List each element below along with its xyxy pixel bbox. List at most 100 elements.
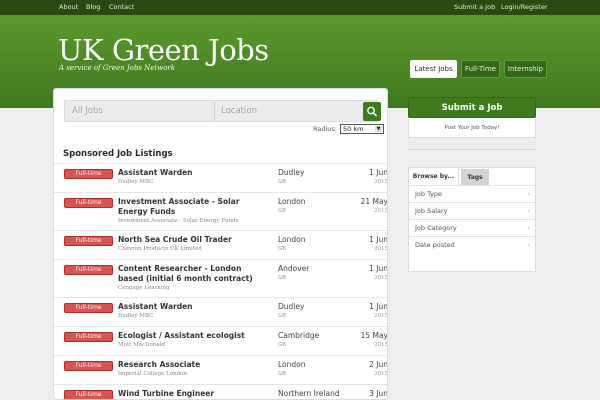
tab-internship[interactable]: Internship: [504, 60, 547, 78]
browse-item-job-salary[interactable]: Job Salary ›: [409, 202, 535, 218]
tab-full-time[interactable]: Full-Time: [461, 60, 500, 78]
nav-link-login-register[interactable]: Login/Register: [501, 3, 548, 11]
tab-browse-by[interactable]: Browse by...: [409, 168, 459, 185]
chevron-down-icon: ▼: [375, 126, 382, 132]
job-company: Dudley MBC: [118, 179, 154, 185]
browse-item-label: Date posted: [415, 241, 455, 249]
job-country: GB: [278, 371, 287, 377]
job-title[interactable]: Wind Turbine Engineer: [118, 389, 268, 399]
job-country: GB: [278, 275, 287, 281]
browse-item-label: Job Salary: [415, 207, 448, 215]
job-location: London: [278, 197, 306, 206]
job-year: 2015: [374, 275, 388, 281]
nav-link-about[interactable]: About: [59, 3, 78, 11]
nav-link-submit-job[interactable]: Submit a Job: [454, 3, 495, 11]
chevron-right-icon: ›: [527, 241, 530, 249]
job-type-badge: Full-time: [64, 332, 113, 342]
search-icon: [367, 106, 377, 117]
browse-item-job-type[interactable]: Job Type ›: [409, 185, 535, 201]
job-title[interactable]: Assistant Warden: [118, 302, 268, 312]
nav-link-blog[interactable]: Blog: [86, 3, 100, 11]
section-title: Sponsored Job Listings: [63, 149, 173, 159]
job-date: 3 Jun: [369, 389, 388, 398]
chevron-right-icon: ›: [527, 224, 530, 232]
job-country: GB: [278, 179, 287, 185]
job-row[interactable]: Full-time Investment Associate - Solar E…: [54, 192, 388, 230]
browse-item-label: Job Type: [415, 190, 443, 198]
job-country: GB: [278, 208, 287, 214]
job-country: GB: [278, 246, 287, 252]
job-row[interactable]: Full-time Ecologist / Assistant ecologis…: [54, 326, 388, 355]
job-location: Cambridge: [278, 331, 320, 340]
chevron-right-icon: ›: [527, 190, 530, 198]
job-title[interactable]: Research Associate: [118, 360, 268, 370]
browse-item-label: Job Category: [415, 224, 457, 232]
job-date: 21 May: [360, 197, 388, 206]
job-row[interactable]: Full-time Wind Turbine Engineer Northern…: [54, 384, 388, 399]
radius-value: 50 km: [343, 125, 364, 133]
job-title[interactable]: North Sea Crude Oil Trader: [118, 235, 268, 245]
job-date: 1 Jun: [369, 302, 388, 311]
job-country: GB: [278, 313, 287, 319]
job-date: 15 May: [360, 331, 388, 340]
job-row[interactable]: Full-time North Sea Crude Oil Trader Che…: [54, 230, 388, 259]
sidebar-divider: [408, 149, 536, 150]
job-year: 2015: [374, 342, 388, 348]
job-company: Investment Associate - Solar Energy Fund…: [118, 218, 239, 224]
job-location: Dudley: [278, 168, 305, 177]
search-divider: [214, 102, 215, 121]
radius-select[interactable]: 50 km ▼: [340, 124, 384, 134]
tab-tags[interactable]: Tags: [461, 169, 489, 185]
job-row[interactable]: Full-time Assistant Warden Dudley MBC Du…: [54, 163, 388, 192]
search-button[interactable]: [363, 102, 381, 121]
site-tagline: A service of Green Jobs Network: [59, 64, 176, 72]
job-date: 2 Jun: [369, 360, 388, 369]
job-date: 1 Jun: [369, 168, 388, 177]
job-year: 2015: [374, 371, 388, 377]
job-title[interactable]: Ecologist / Assistant ecologist: [118, 331, 268, 341]
job-date: 1 Jun: [369, 235, 388, 244]
job-title[interactable]: Content Researcher - London based (initi…: [118, 264, 268, 284]
site-title[interactable]: UK Green Jobs: [58, 33, 269, 67]
job-row[interactable]: Full-time Assistant Warden Dudley MBC Du…: [54, 297, 388, 326]
job-type-badge: Full-time: [64, 361, 113, 371]
submit-job-subtext: Post Your Job Today!: [408, 118, 536, 138]
job-company: Imperial College London: [118, 371, 188, 377]
job-year: 2015: [374, 246, 388, 252]
job-date: 1 Jun: [369, 264, 388, 273]
nav-link-contact[interactable]: Contact: [109, 3, 134, 11]
job-type-badge: Full-time: [64, 169, 113, 179]
browse-panel: Browse by... Tags Job Type › Job Salary …: [408, 167, 536, 272]
job-listings-panel: All Jobs Location Radius: 50 km ▼ Sponso…: [53, 88, 388, 400]
job-title[interactable]: Assistant Warden: [118, 168, 268, 178]
browse-item-date-posted[interactable]: Date posted ›: [409, 236, 535, 252]
top-bar: About Blog Contact Submit a Job Login/Re…: [0, 0, 600, 15]
job-year: 2015: [374, 179, 388, 185]
location-input[interactable]: Location: [221, 104, 359, 119]
job-type-badge: Full-time: [64, 265, 113, 275]
job-year: 2015: [374, 208, 388, 214]
browse-item-job-category[interactable]: Job Category ›: [409, 219, 535, 235]
submit-job-button[interactable]: Submit a Job: [408, 97, 536, 118]
search-bar: All Jobs Location: [64, 100, 381, 122]
job-type-badge: Full-time: [64, 390, 113, 399]
radius-label: Radius:: [313, 125, 337, 133]
tab-latest-jobs[interactable]: Latest Jobs: [410, 60, 457, 78]
job-country: GB: [278, 342, 287, 348]
job-location: London: [278, 235, 306, 244]
job-location: Andover: [278, 264, 310, 273]
job-year: 2015: [374, 313, 388, 319]
job-row[interactable]: Full-time Research Associate Imperial Co…: [54, 355, 388, 384]
job-company: Dudley MBC: [118, 313, 154, 319]
job-type-badge: Full-time: [64, 236, 113, 246]
chevron-right-icon: ›: [527, 207, 530, 215]
job-location: Dudley: [278, 302, 305, 311]
job-company: Chevron Products UK Limited: [118, 246, 202, 252]
job-location: London: [278, 360, 306, 369]
keywords-input[interactable]: All Jobs: [72, 104, 210, 119]
job-type-badge: Full-time: [64, 303, 113, 313]
job-company: Cengage Learning: [118, 285, 170, 291]
job-title[interactable]: Investment Associate - Solar Energy Fund…: [118, 197, 268, 217]
job-type-badge: Full-time: [64, 198, 113, 208]
job-row[interactable]: Full-time Content Researcher - London ba…: [54, 259, 388, 297]
